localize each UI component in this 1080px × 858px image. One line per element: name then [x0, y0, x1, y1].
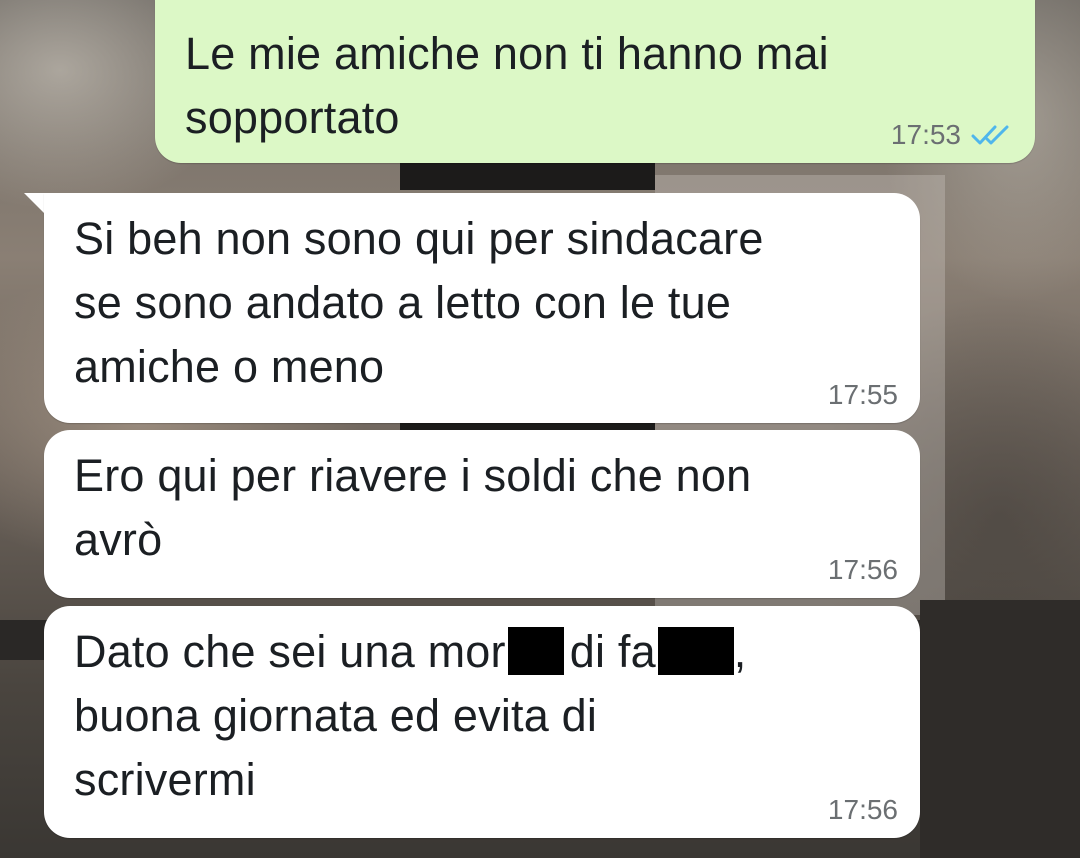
message-text-part: , [733, 626, 747, 677]
bubble-tail [24, 193, 46, 215]
wallpaper-dark-block [920, 600, 1080, 858]
message-bubble-incoming[interactable]: Si beh non sono qui per sindacare se son… [44, 193, 920, 423]
message-meta: 17:56 [828, 794, 898, 826]
message-text: Ero qui per riavere i soldi che non avrò [74, 450, 752, 565]
message-text-part: Dato che sei una mor [74, 626, 506, 677]
message-text: Le mie amiche non ti hanno mai sopportat… [185, 28, 829, 143]
redaction-block [507, 627, 564, 675]
message-bubble-outgoing[interactable]: Le mie amiche non ti hanno mai sopportat… [155, 0, 1035, 163]
message-time: 17:55 [827, 379, 898, 410]
message-text: Si beh non sono qui per sindacare se son… [74, 213, 764, 392]
double-check-read-icon [971, 123, 1013, 147]
message-meta: 17:56 [828, 554, 898, 586]
wallpaper-dark-bar [400, 160, 655, 190]
message-text-part: buona giornata ed evita di scrivermi [74, 690, 598, 805]
message-time: 17:56 [827, 554, 898, 585]
message-meta: 17:53 [891, 119, 1013, 151]
message-time: 17:56 [827, 794, 898, 825]
message-bubble-incoming[interactable]: Ero qui per riavere i soldi che non avrò… [44, 430, 920, 598]
message-text: Dato che sei una mor di fa, buona giornat… [74, 620, 890, 812]
redaction-block [657, 627, 734, 675]
message-text-part: di fa [569, 626, 656, 677]
message-meta: 17:55 [828, 379, 898, 411]
message-time: 17:53 [890, 119, 961, 150]
message-bubble-incoming[interactable]: Dato che sei una mor di fa, buona giornat… [44, 606, 920, 838]
